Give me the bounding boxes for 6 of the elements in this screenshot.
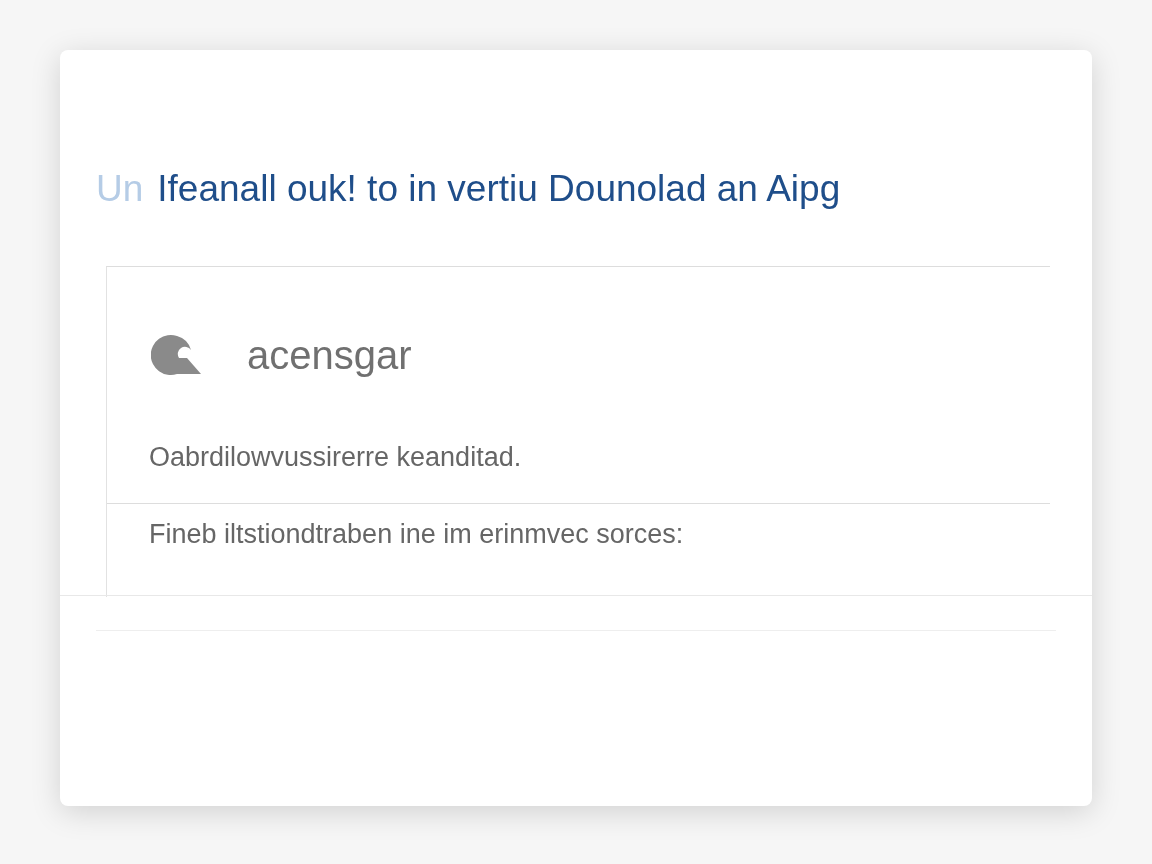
app-name: acensgar <box>247 332 412 378</box>
dialog-title: Ifeanall ouk! to in vertiu Dounolad an Aipg <box>157 168 841 210</box>
description-text: Fineb iltstiondtraben ine im erinmvec sorces: <box>149 518 684 550</box>
title-prefix: Un <box>96 168 144 210</box>
description-text: Oabrdilowvussirerre keanditad. <box>149 441 522 473</box>
app-logo-icon <box>151 332 203 378</box>
